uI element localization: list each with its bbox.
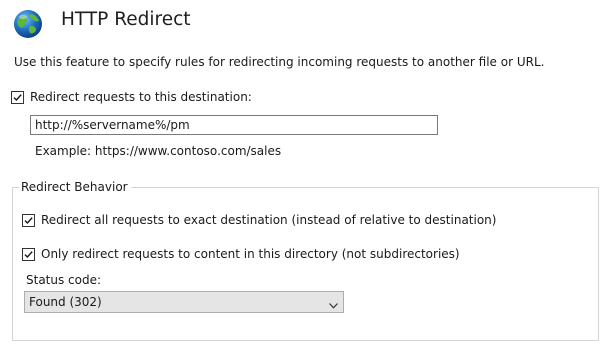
page-title: HTTP Redirect (61, 9, 191, 30)
redirect-requests-label: Redirect requests to this destination: (30, 90, 252, 104)
redirect-behavior-group (12, 187, 599, 341)
redirect-destination-input[interactable] (30, 115, 438, 135)
status-code-dropdown[interactable]: Found (302) (24, 291, 344, 313)
redirect-requests-checkbox[interactable] (11, 91, 24, 104)
only-this-directory-checkbox[interactable] (22, 248, 35, 261)
redirect-behavior-legend: Redirect Behavior (19, 180, 131, 194)
only-this-directory-label: Only redirect requests to content in thi… (41, 247, 460, 261)
status-code-label: Status code: (26, 273, 102, 287)
exact-destination-label: Redirect all requests to exact destinati… (41, 213, 497, 227)
feature-description: Use this feature to specify rules for re… (14, 55, 545, 69)
globe-icon (12, 8, 44, 40)
chevron-down-icon (329, 298, 338, 309)
exact-destination-checkbox[interactable] (22, 214, 35, 227)
status-code-value: Found (302) (29, 295, 102, 309)
destination-example-text: Example: https://www.contoso.com/sales (35, 144, 282, 158)
